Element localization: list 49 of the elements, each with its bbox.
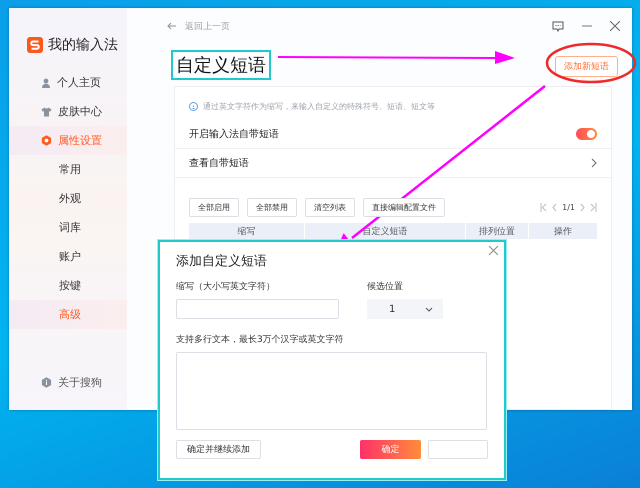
field-label: 支持多行文本，最长3万个汉字或英文字符 [176,334,345,346]
position-select[interactable]: 1 [367,299,443,319]
abbreviation-input[interactable] [176,299,339,319]
setting-label: 开启输入法自带短语 [189,128,279,141]
previous-page-icon[interactable] [552,203,558,212]
action-button[interactable]: 全部禁用 [247,198,297,217]
action-button[interactable]: 清空列表 [305,198,355,217]
cancel-button[interactable] [428,440,488,459]
first-page-icon[interactable] [540,203,548,212]
phrase-textarea[interactable] [176,352,487,430]
page-title: 自定义短语 [171,50,271,80]
confirm-continue-button[interactable]: 确定并继续添加 [176,440,261,459]
column-header: 排列位置 [466,223,528,239]
info-icon [41,377,52,388]
sidebar-item[interactable]: 个人主页 [9,68,127,97]
sidebar-item[interactable]: 常用 [9,155,127,184]
sidebar-item[interactable]: 账户 [9,242,127,271]
back-arrow-icon[interactable] [167,22,177,30]
settings-row[interactable]: 查看自带短语 [175,149,611,178]
page-indicator: 1/1 [562,203,575,212]
feedback-icon[interactable] [552,20,564,32]
app-title: 我的输入法 [48,36,118,54]
sidebar-item[interactable]: 皮肤中心 [9,97,127,126]
logo-icon [27,37,43,53]
close-icon[interactable] [489,246,498,255]
sidebar-item[interactable]: 按键 [9,271,127,300]
column-header: 操作 [529,223,597,239]
shirt-icon [41,106,52,116]
chevron-right-icon [591,158,597,168]
caret-icon [425,306,433,312]
close-icon[interactable] [610,21,620,31]
last-page-icon[interactable] [590,203,597,212]
hexagon-icon [41,135,52,146]
field-label: 缩写（大小写英文字符） [176,280,276,293]
dialog-title: 添加自定义短语 [176,253,268,270]
person-icon [41,78,51,88]
sidebar-item[interactable]: 词库 [9,213,127,242]
next-page-icon[interactable] [580,203,585,212]
action-button[interactable]: 直接编辑配置文件 [363,198,445,217]
tip-text: 通过英文字符作为缩写，来输入自定义的特殊符号、短语、短文等 [203,101,435,112]
toggle-switch[interactable] [576,128,597,140]
minimize-icon[interactable] [582,25,592,27]
settings-row[interactable]: 开启输入法自带短语 [175,120,611,149]
field-label: 候选位置 [367,280,404,293]
sidebar-item[interactable]: 外观 [9,184,127,213]
about-link[interactable]: 关于搜狗 [58,375,102,390]
action-button[interactable]: 全部启用 [189,198,239,217]
setting-label: 查看自带短语 [189,156,249,170]
column-header: 缩写 [189,223,304,239]
